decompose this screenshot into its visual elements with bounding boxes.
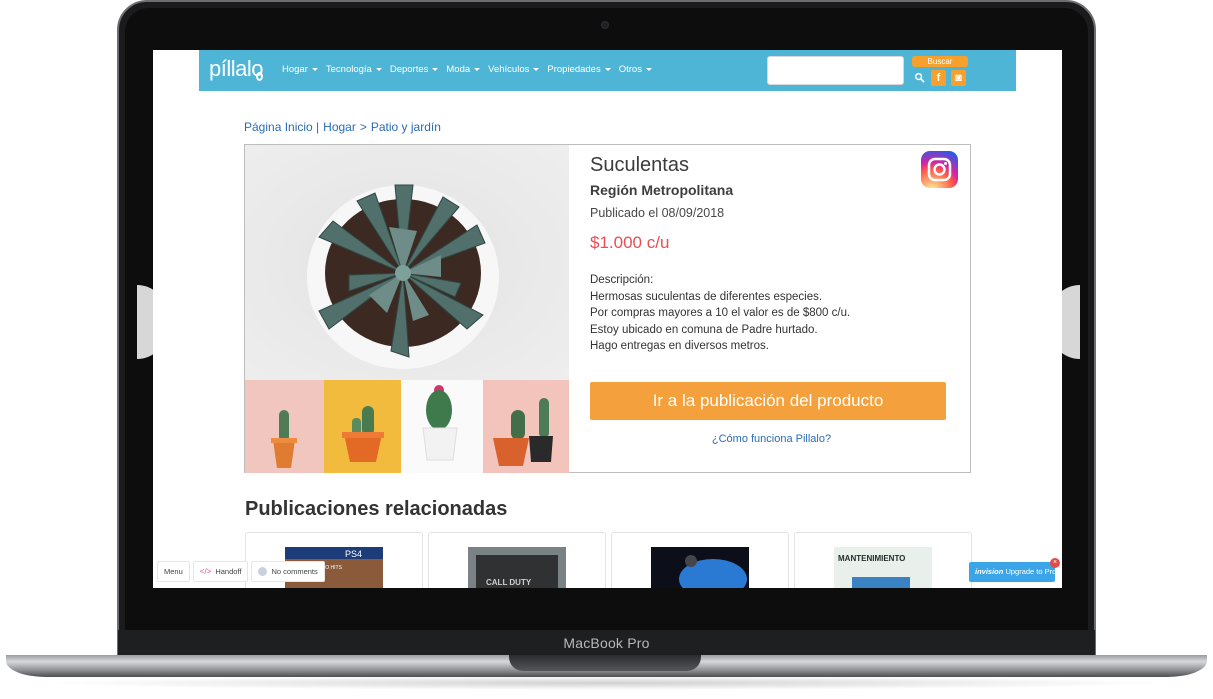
description-line: Hermosas suculentas de diferentes especi… <box>590 290 823 303</box>
related-card-image: MANTENIMIENTO <box>834 547 932 588</box>
facebook-icon[interactable]: f <box>931 70 946 86</box>
search-icon[interactable] <box>914 72 925 83</box>
nav-menu: Hogar Tecnología Deportes Moda Vehículos… <box>282 64 652 75</box>
nav-item-label: Vehículos <box>488 64 530 75</box>
related-card[interactable] <box>611 532 789 588</box>
product-title: Suculentas <box>590 154 689 176</box>
breadcrumb-subcategory[interactable]: Patio y jardín <box>371 120 441 134</box>
close-icon[interactable]: × <box>1050 558 1060 568</box>
nav-item-label: Tecnología <box>325 64 372 75</box>
handoff-label: Handoff <box>215 567 242 576</box>
product-main-photo[interactable] <box>245 145 569 380</box>
product-thumbnail[interactable] <box>401 380 483 473</box>
caret-down-icon <box>311 68 318 71</box>
product-published-date: Publicado el 08/09/2018 <box>590 206 725 220</box>
cactus-thumbnail-image <box>271 410 297 468</box>
laptop-shadow <box>40 676 1173 690</box>
caret-down-icon <box>432 68 439 71</box>
description-line: Por compras mayores a 10 el valor es de … <box>590 307 851 319</box>
site-logo[interactable]: píllalo <box>209 56 263 82</box>
related-card[interactable]: CALL DUTY <box>428 532 606 588</box>
related-card-image: CALL DUTY <box>468 547 566 588</box>
breadcrumb-home[interactable]: Página Inicio | <box>244 120 319 134</box>
instagram-glyph-icon <box>927 157 952 182</box>
breadcrumb-separator: > <box>359 120 367 134</box>
product-card: Suculentas Región Metropolitana Publicad… <box>244 144 971 473</box>
nav-item-propiedades[interactable]: Propiedades <box>547 64 611 75</box>
description-line: Estoy ubicado en comuna de Padre hurtado… <box>590 323 818 336</box>
top-navbar: píllalo Hogar Tecnología Deportes Moda V… <box>199 50 1016 91</box>
menu-button[interactable]: Menu <box>157 561 190 582</box>
instagram-logo-icon[interactable] <box>921 151 958 188</box>
search-button[interactable]: Buscar <box>912 56 968 67</box>
nav-item-vehiculos[interactable]: Vehículos <box>488 64 540 75</box>
breadcrumb: Página Inicio | Hogar > Patio y jardín <box>244 120 441 134</box>
upgrade-to-pro-button[interactable]: invision Upgrade to Pro <box>969 562 1057 582</box>
caret-down-icon <box>604 68 611 71</box>
nav-item-tecnologia[interactable]: Tecnología <box>326 64 382 75</box>
mantenimiento-label: MANTENIMIENTO <box>838 554 905 563</box>
related-card-image <box>651 547 749 588</box>
nav-item-label: Hogar <box>282 64 308 75</box>
caret-down-icon <box>375 68 382 71</box>
nav-item-hogar[interactable]: Hogar <box>282 64 318 75</box>
comments-button[interactable]: No comments <box>251 561 325 582</box>
nav-item-label: Otros <box>618 64 642 75</box>
product-thumbnail[interactable] <box>245 380 324 473</box>
thumbnail-strip <box>245 380 569 473</box>
cactus-thumbnail-image <box>493 398 553 466</box>
product-region: Región Metropolitana <box>590 182 734 198</box>
prototype-toolbar: Menu </> Handoff No comments <box>157 561 325 582</box>
laptop-notch <box>509 655 701 671</box>
search-input[interactable] <box>767 56 904 85</box>
instagram-icon[interactable]: ◙ <box>951 70 966 86</box>
breadcrumb-category[interactable]: Hogar <box>323 120 356 134</box>
nav-item-label: Moda <box>446 64 471 75</box>
description-label: Descripción: <box>590 274 654 286</box>
browser-viewport: píllalo Hogar Tecnología Deportes Moda V… <box>153 50 1062 588</box>
caret-down-icon <box>474 68 481 71</box>
succulent-plant-image <box>307 184 499 369</box>
callduty-label: CALL DUTY <box>486 578 532 587</box>
upgrade-label: Upgrade to Pro <box>1005 567 1057 576</box>
caret-down-icon <box>533 68 540 71</box>
description-line: Hago entregas en diversos metros. <box>590 340 769 352</box>
menu-label: Menu <box>164 567 183 576</box>
code-icon: </> <box>199 567 212 576</box>
invision-brand: invision <box>975 567 1004 576</box>
camera-icon <box>601 21 609 29</box>
nav-item-label: Deportes <box>389 64 429 75</box>
product-thumbnail[interactable] <box>324 380 401 473</box>
go-to-listing-button[interactable]: Ir a la publicación del producto <box>590 382 946 420</box>
device-label: MacBook Pro <box>563 635 650 651</box>
product-thumbnail[interactable] <box>483 380 569 473</box>
nav-item-otros[interactable]: Otros <box>619 64 652 75</box>
cactus-thumbnail-image <box>342 406 384 462</box>
product-description: Descripción: Hermosas suculentas de dife… <box>590 272 850 355</box>
product-price: $1.000 c/u <box>590 233 670 252</box>
related-card[interactable]: MANTENIMIENTO <box>794 532 972 588</box>
related-section-title: Publicaciones relacionadas <box>245 498 508 520</box>
handoff-button[interactable]: </> Handoff <box>192 561 249 582</box>
comments-label: No comments <box>271 567 318 576</box>
logo-magnifier-icon <box>256 72 263 81</box>
ps4-label: PS4 <box>345 549 362 559</box>
caret-down-icon <box>645 68 652 71</box>
nav-item-deportes[interactable]: Deportes <box>390 64 439 75</box>
cactus-thumbnail-image <box>422 385 458 461</box>
how-it-works-link[interactable]: ¿Cómo funciona Pillalo? <box>590 433 953 445</box>
nav-item-moda[interactable]: Moda <box>446 64 481 75</box>
comment-icon <box>258 567 268 576</box>
nav-item-label: Propiedades <box>547 64 601 75</box>
